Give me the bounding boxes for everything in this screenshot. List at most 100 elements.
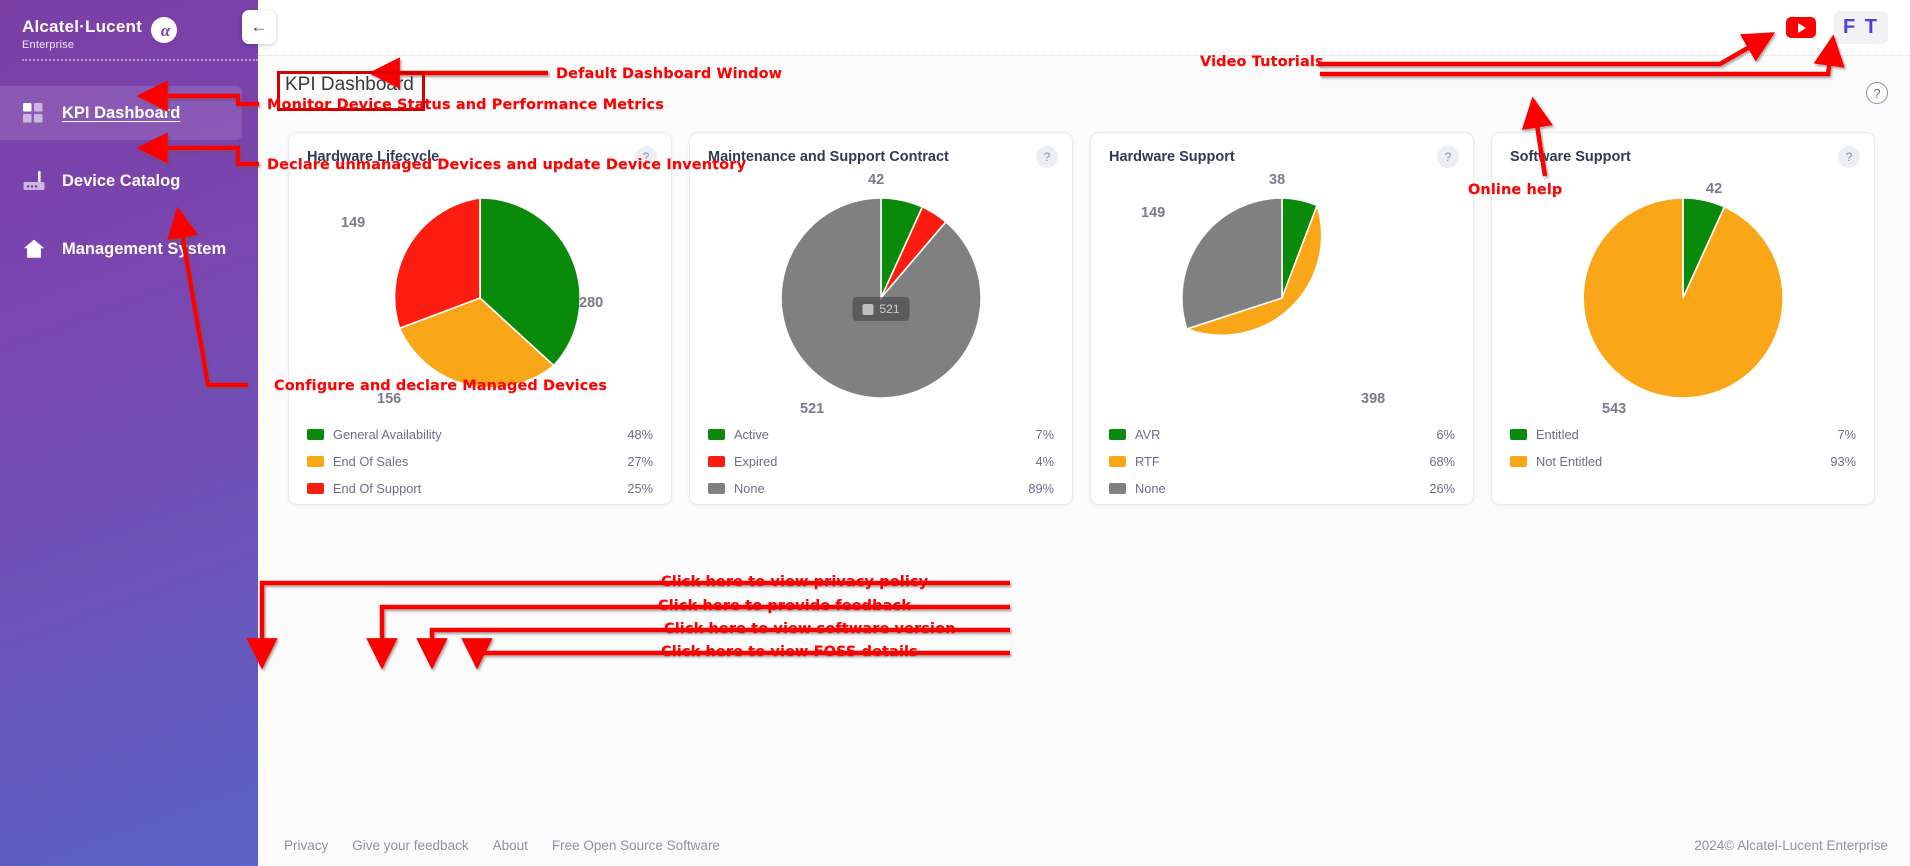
slice-label: 521	[800, 401, 824, 417]
annotation-foss-details: Click here to view FOSS details	[661, 644, 918, 660]
arrow-left-icon: ←	[251, 17, 268, 37]
legend-percent: 7%	[1036, 427, 1055, 442]
annotation-declare-unmanaged-devices: Declare unmanaged Devices and update Dev…	[267, 157, 746, 173]
sidebar-item-label: KPI Dashboard	[62, 104, 180, 123]
legend: General Availability 48% End Of Sales 27…	[307, 421, 653, 502]
online-help-icon[interactable]: ?	[1866, 82, 1888, 104]
pie-graphic[interactable]	[1181, 197, 1383, 399]
annotation-software-version: Click here to view software version	[664, 621, 956, 637]
annotation-privacy-policy: Click here to view privacy policy	[661, 574, 928, 590]
card-help-icon[interactable]: ?	[1036, 146, 1058, 168]
legend-item[interactable]: Not Entitled 93%	[1510, 448, 1856, 475]
sidebar-nav: KPI Dashboard Device Catalog	[0, 86, 258, 276]
sidebar-item-label: Device Catalog	[62, 172, 180, 191]
legend: Entitled 7% Not Entitled 93%	[1510, 421, 1856, 475]
sidebar-item-kpi-dashboard[interactable]: KPI Dashboard	[0, 86, 242, 140]
slice-label: 42	[1706, 181, 1722, 197]
legend-swatch-green	[1109, 429, 1126, 440]
legend-label: RTF	[1135, 454, 1429, 469]
tooltip-swatch	[862, 304, 873, 315]
legend-label: Entitled	[1536, 427, 1838, 442]
legend-item[interactable]: End Of Support 25%	[307, 475, 653, 502]
annotation-default-dashboard: Default Dashboard Window	[556, 66, 782, 82]
legend-swatch-red	[307, 483, 324, 494]
legend-label: AVR	[1135, 427, 1437, 442]
footer-link-privacy[interactable]: Privacy	[284, 838, 328, 853]
card-maintenance-support-contract: Maintenance and Support Contract ? 42 52…	[689, 132, 1073, 505]
brand-name: Alcatel·Lucent	[22, 18, 142, 36]
legend-label: Expired	[734, 454, 1036, 469]
pie-graphic[interactable]	[379, 197, 581, 399]
footer-link-about[interactable]: About	[493, 838, 528, 853]
slice-label: 149	[1141, 205, 1165, 221]
legend-item[interactable]: Expired 4%	[708, 448, 1054, 475]
legend-percent: 25%	[627, 481, 653, 496]
sidebar-item-label: Management System	[62, 240, 226, 259]
card-hardware-lifecycle: Hardware Lifecycle ? 280 156 149 General	[288, 132, 672, 505]
legend-swatch-orange	[1510, 456, 1527, 467]
router-device-icon	[22, 169, 46, 193]
legend-percent: 93%	[1830, 454, 1856, 469]
sidebar-item-device-catalog[interactable]: Device Catalog	[0, 154, 242, 208]
legend-percent: 7%	[1838, 427, 1857, 442]
sidebar-item-management-system[interactable]: Management System	[0, 222, 242, 276]
legend-label: None	[1135, 481, 1429, 496]
legend-swatch-orange	[307, 456, 324, 467]
pie-chart-maintenance-support: 42 521 521	[708, 169, 1054, 419]
tooltip-value: 521	[879, 302, 899, 316]
legend-item[interactable]: None 89%	[708, 475, 1054, 502]
legend-item[interactable]: Entitled 7%	[1510, 421, 1856, 448]
annotation-monitor-device-status: Monitor Device Status and Performance Me…	[267, 97, 664, 113]
legend-percent: 68%	[1429, 454, 1455, 469]
card-hardware-support: Hardware Support ? 38 398 149 AVR	[1090, 132, 1474, 505]
legend-swatch-grey	[708, 483, 725, 494]
legend-item[interactable]: End Of Sales 27%	[307, 448, 653, 475]
slice-label: 280	[579, 295, 603, 311]
legend-item[interactable]: None 26%	[1109, 475, 1455, 502]
footer-links: Privacy Give your feedback About Free Op…	[284, 838, 720, 853]
footer-link-foss[interactable]: Free Open Source Software	[552, 838, 720, 853]
slice-label: 543	[1602, 401, 1626, 417]
user-avatar-initials[interactable]: F T	[1834, 11, 1888, 44]
legend-swatch-orange	[1109, 456, 1126, 467]
legend-percent: 89%	[1028, 481, 1054, 496]
card-title: Hardware Support	[1109, 149, 1455, 165]
brand-subtitle: Enterprise	[22, 39, 142, 51]
legend-item[interactable]: AVR 6%	[1109, 421, 1455, 448]
pie-chart-hardware-support: 38 398 149	[1109, 169, 1455, 419]
slice-label: 38	[1269, 172, 1285, 188]
sidebar: Alcatel·Lucent Enterprise α	[0, 0, 258, 866]
legend-label: General Availability	[333, 427, 627, 442]
youtube-play-icon[interactable]	[1786, 17, 1816, 38]
legend-swatch-grey	[1109, 483, 1126, 494]
legend-label: None	[734, 481, 1028, 496]
card-help-icon[interactable]: ?	[1838, 146, 1860, 168]
legend-item[interactable]: General Availability 48%	[307, 421, 653, 448]
legend-swatch-green	[1510, 429, 1527, 440]
card-title: Maintenance and Support Contract	[708, 149, 1054, 165]
legend-label: End Of Support	[333, 481, 627, 496]
legend-swatch-red	[708, 456, 725, 467]
pie-graphic[interactable]	[1582, 197, 1784, 399]
legend-percent: 27%	[627, 454, 653, 469]
legend: AVR 6% RTF 68% None 26%	[1109, 421, 1455, 502]
annotation-online-help: Online help	[1468, 182, 1562, 198]
card-help-icon[interactable]: ?	[1437, 146, 1459, 168]
legend-percent: 48%	[627, 427, 653, 442]
legend-label: Active	[734, 427, 1036, 442]
legend-percent: 4%	[1036, 454, 1055, 469]
app-root: Alcatel·Lucent Enterprise α	[0, 0, 1910, 866]
legend-item[interactable]: RTF 68%	[1109, 448, 1455, 475]
sidebar-divider	[22, 59, 258, 61]
sidebar-collapse-button[interactable]: ←	[242, 10, 276, 44]
dashboard-grid-icon	[22, 101, 46, 125]
pie-tooltip: 521	[852, 297, 909, 321]
annotation-provide-feedback: Click here to provide feedback	[658, 598, 911, 614]
footer-link-feedback[interactable]: Give your feedback	[352, 838, 468, 853]
legend-swatch-green	[307, 429, 324, 440]
alcatel-lucent-logo-icon: α	[151, 17, 177, 43]
logo-glyph: α	[158, 22, 171, 39]
legend-item[interactable]: Active 7%	[708, 421, 1054, 448]
kpi-card-row: Hardware Lifecycle ? 280 156 149 General	[288, 132, 1875, 505]
pie-chart-software-support: 42 543	[1510, 169, 1856, 419]
